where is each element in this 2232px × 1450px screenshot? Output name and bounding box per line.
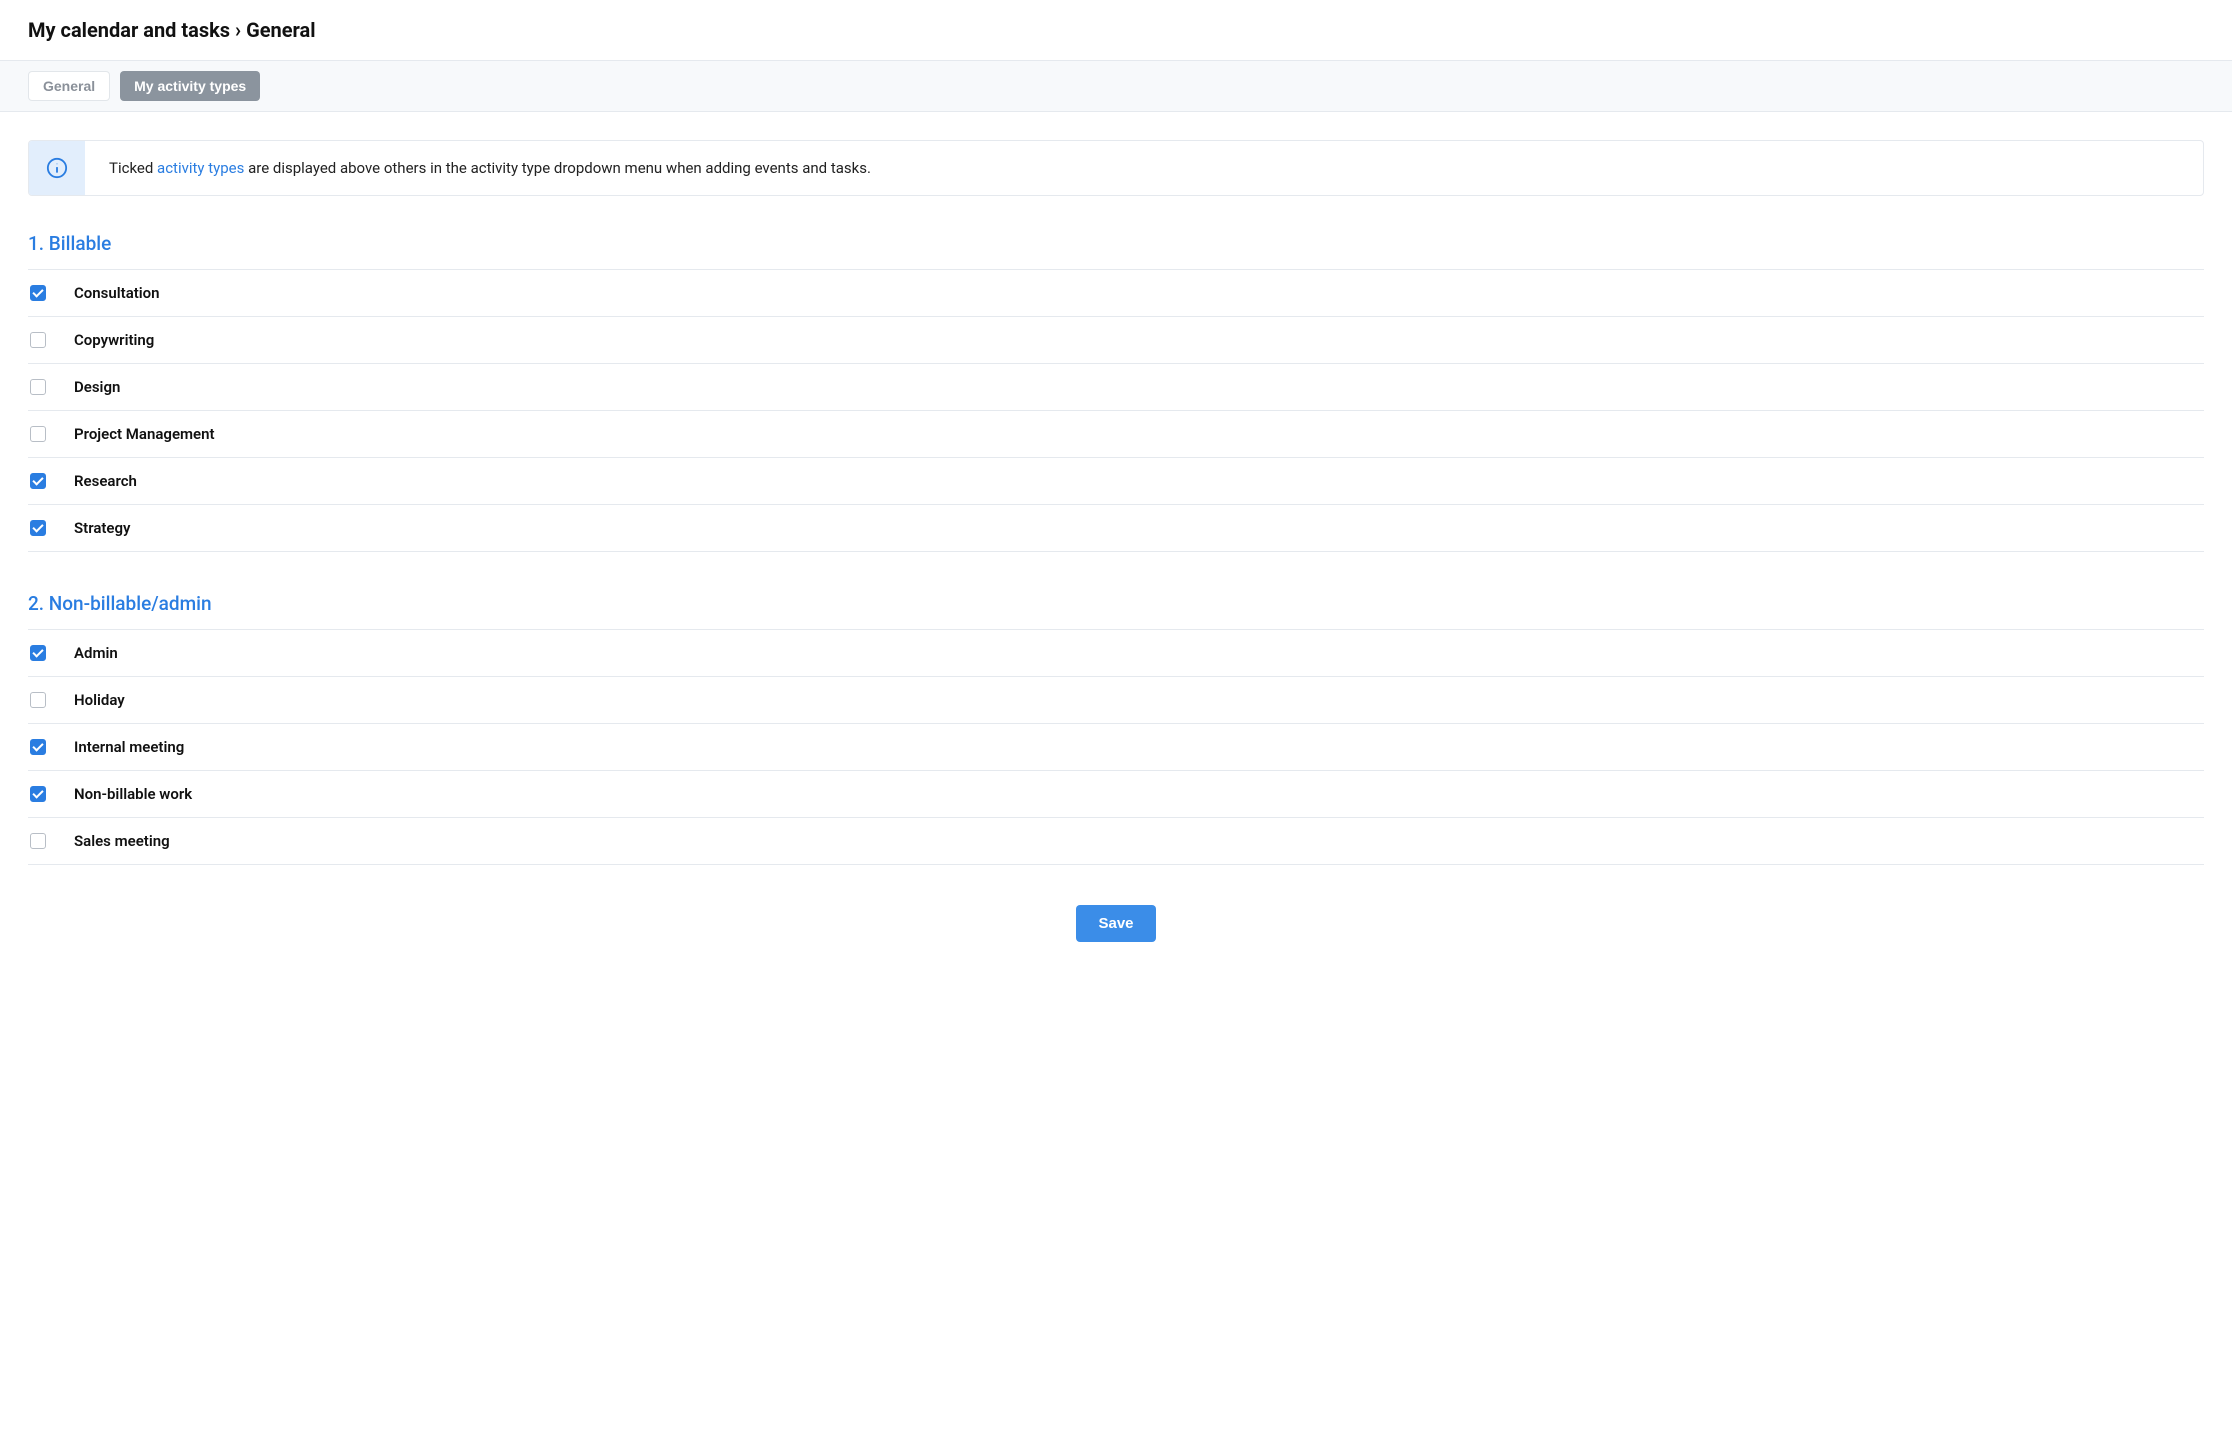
activity-checkbox[interactable]	[30, 833, 46, 849]
activity-label: Strategy	[74, 519, 131, 537]
activity-label: Sales meeting	[74, 832, 170, 850]
info-text-pre: Ticked	[109, 159, 157, 177]
activity-label: Admin	[74, 644, 118, 662]
activity-label: Internal meeting	[74, 738, 184, 756]
activity-label: Consultation	[74, 284, 160, 302]
activity-list: Admin Holiday Internal meeting Non-billable…	[28, 629, 2204, 865]
page-title: My calendar and tasks › General	[28, 18, 2204, 42]
section: 2. Non-billable/admin Admin Holiday Interna…	[28, 592, 2204, 865]
activity-label: Research	[74, 472, 137, 490]
activity-row: Research	[28, 458, 2204, 505]
activity-checkbox[interactable]	[30, 473, 46, 489]
activity-label: Project Management	[74, 425, 215, 443]
info-box: Ticked activity types are displayed abov…	[28, 140, 2204, 196]
section: 1. Billable Consultation Copywriting Design…	[28, 232, 2204, 552]
activity-list: Consultation Copywriting Design Project Man…	[28, 269, 2204, 552]
activity-row: Project Management	[28, 411, 2204, 458]
activity-checkbox[interactable]	[30, 645, 46, 661]
section-title: 1. Billable	[28, 232, 2204, 255]
activity-label: Non-billable work	[74, 785, 192, 803]
activity-checkbox[interactable]	[30, 426, 46, 442]
tab-bar: General My activity types	[0, 60, 2232, 112]
activity-row: Design	[28, 364, 2204, 411]
tab-general[interactable]: General	[28, 71, 110, 101]
tab-my-activity-types[interactable]: My activity types	[120, 71, 260, 101]
section-title: 2. Non-billable/admin	[28, 592, 2204, 615]
activity-checkbox[interactable]	[30, 692, 46, 708]
activity-row: Admin	[28, 630, 2204, 677]
info-text: Ticked activity types are displayed abov…	[85, 141, 895, 195]
activity-label: Copywriting	[74, 331, 154, 349]
activity-row: Strategy	[28, 505, 2204, 552]
activity-checkbox[interactable]	[30, 285, 46, 301]
activity-row: Non-billable work	[28, 771, 2204, 818]
save-button[interactable]: Save	[1076, 905, 1155, 942]
activity-row: Sales meeting	[28, 818, 2204, 865]
activity-checkbox[interactable]	[30, 379, 46, 395]
activity-checkbox[interactable]	[30, 520, 46, 536]
activity-label: Holiday	[74, 691, 125, 709]
activity-checkbox[interactable]	[30, 332, 46, 348]
info-icon	[29, 141, 85, 195]
activity-row: Consultation	[28, 270, 2204, 317]
activity-label: Design	[74, 378, 120, 396]
activity-types-link[interactable]: activity types	[157, 159, 244, 177]
activity-row: Copywriting	[28, 317, 2204, 364]
activity-checkbox[interactable]	[30, 786, 46, 802]
activity-row: Holiday	[28, 677, 2204, 724]
activity-row: Internal meeting	[28, 724, 2204, 771]
activity-checkbox[interactable]	[30, 739, 46, 755]
info-text-post: are displayed above others in the activi…	[244, 159, 871, 177]
